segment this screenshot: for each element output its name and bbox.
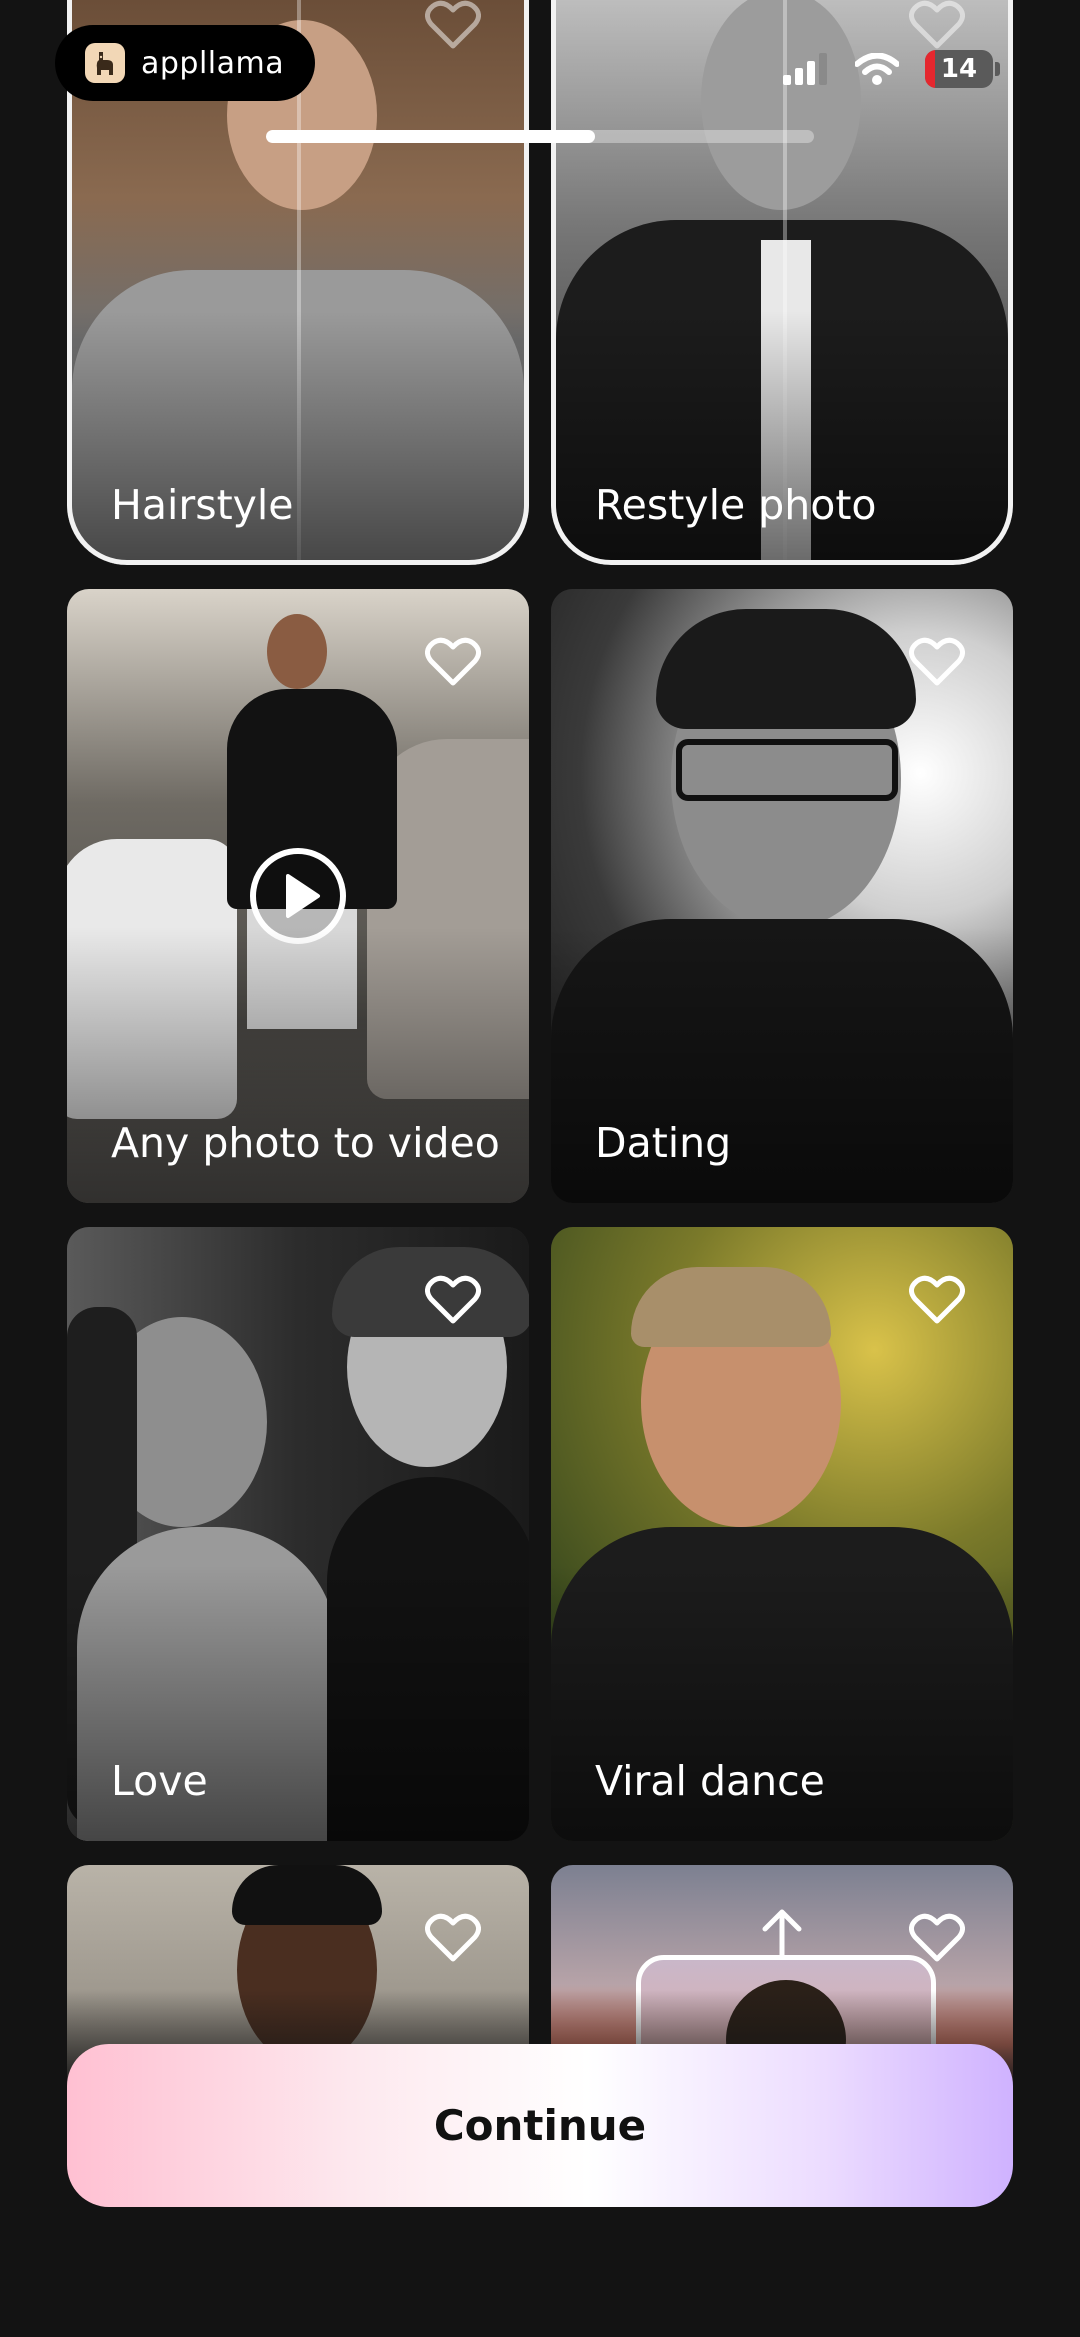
card-label: Love xyxy=(111,1757,208,1805)
battery-icon: 14 xyxy=(925,50,993,88)
heart-outline-icon[interactable] xyxy=(909,637,965,687)
person-hair xyxy=(631,1267,831,1347)
status-icons: 14 xyxy=(783,50,1000,88)
wifi-icon xyxy=(855,53,899,85)
llama-logo-icon xyxy=(85,43,125,83)
card-label: Viral dance xyxy=(595,1757,825,1805)
app-badge[interactable]: appllama xyxy=(55,25,315,101)
glasses xyxy=(676,739,898,801)
onboarding-progress xyxy=(266,130,814,143)
card-label: Hairstyle xyxy=(111,481,294,529)
card-viral-dance[interactable]: Viral dance xyxy=(551,1227,1013,1841)
heart-outline-icon[interactable] xyxy=(425,0,481,50)
heart-outline-icon[interactable] xyxy=(425,1913,481,1963)
card-label: Restyle photo xyxy=(595,481,877,529)
card-label: Any photo to video xyxy=(111,1119,500,1167)
progress-fill xyxy=(266,130,595,143)
heart-outline-icon[interactable] xyxy=(909,1275,965,1325)
heart-outline-icon[interactable] xyxy=(909,0,965,50)
person-hair xyxy=(656,609,916,729)
person-head xyxy=(701,0,861,210)
continue-button[interactable]: Continue xyxy=(67,2044,1013,2207)
person-head xyxy=(267,614,327,689)
card-love[interactable]: Love xyxy=(67,1227,529,1841)
arrow-up-icon xyxy=(762,1909,802,1959)
battery-level-fill xyxy=(925,50,935,88)
heart-outline-icon[interactable] xyxy=(909,1913,965,1963)
card-label: Dating xyxy=(595,1119,732,1167)
person-hair xyxy=(232,1865,382,1925)
heart-outline-icon[interactable] xyxy=(425,637,481,687)
card-any-photo-to-video[interactable]: Any photo to video xyxy=(67,589,529,1203)
battery-level: 14 xyxy=(940,54,978,84)
card-dating[interactable]: Dating xyxy=(551,589,1013,1203)
app-name: appllama xyxy=(141,45,285,81)
cellular-signal-icon xyxy=(783,53,827,85)
battery-nub xyxy=(995,62,1000,76)
heart-outline-icon[interactable] xyxy=(425,1275,481,1325)
